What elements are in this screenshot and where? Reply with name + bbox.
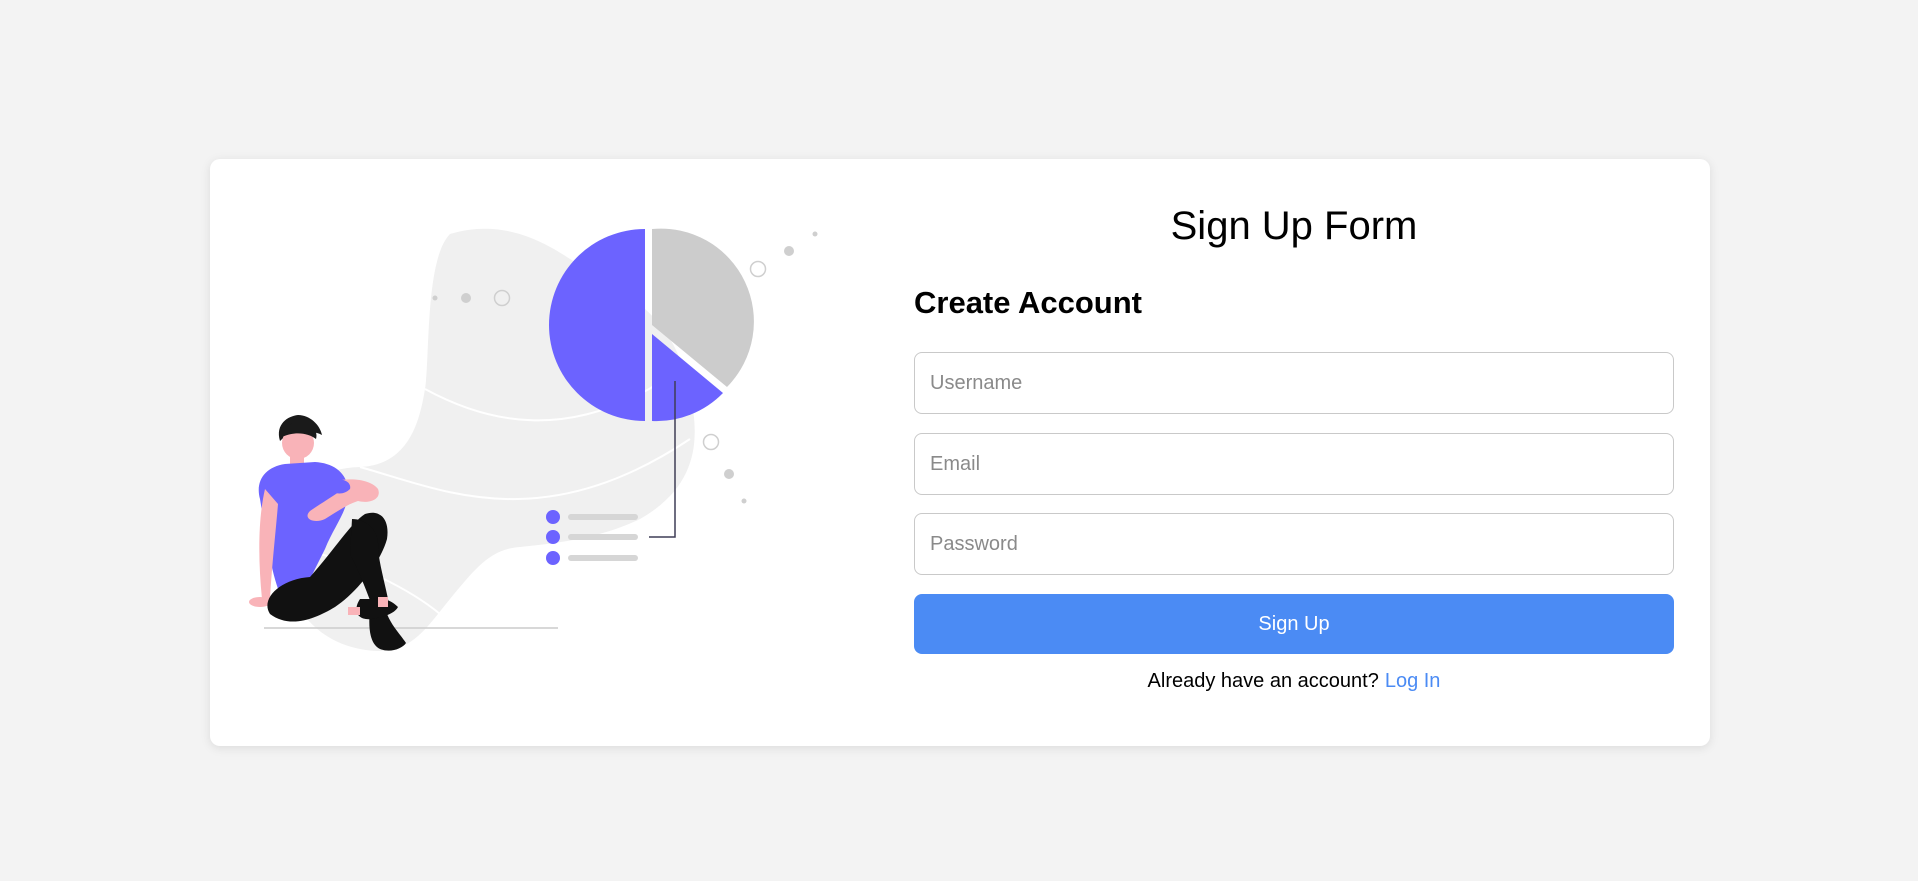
password-input[interactable] xyxy=(914,513,1674,575)
signup-card: Sign Up Form Create Account Sign Up Alre… xyxy=(210,159,1710,746)
create-account-heading: Create Account xyxy=(914,285,1142,320)
form-title: Sign Up Form xyxy=(1170,204,1418,248)
signup-form: Sign Up Form Create Account Sign Up Alre… xyxy=(914,159,1674,746)
sign-up-button[interactable]: Sign Up xyxy=(914,594,1674,654)
log-in-link[interactable]: Log In xyxy=(1385,670,1441,692)
username-input[interactable] xyxy=(914,352,1674,414)
person-with-pie-chart-illustration xyxy=(240,219,840,689)
email-input[interactable] xyxy=(914,433,1674,495)
login-prompt-text: Already have an account? xyxy=(1147,670,1379,692)
login-prompt-line: Already have an account? Log In xyxy=(914,670,1674,693)
